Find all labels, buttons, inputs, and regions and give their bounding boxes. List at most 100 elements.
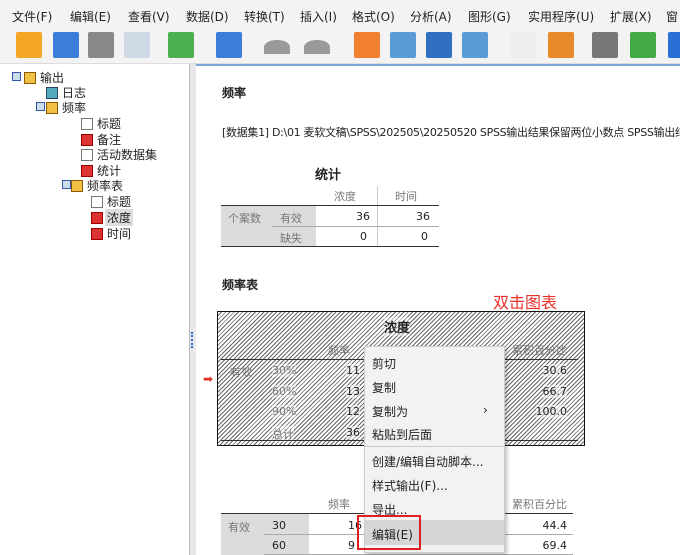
stats-group-label: 个案数 bbox=[228, 212, 261, 225]
stats-cell: 36 bbox=[356, 210, 370, 223]
context-menu-item[interactable]: 样式输出(F)... bbox=[372, 477, 448, 494]
print-preview-icon[interactable] bbox=[124, 32, 150, 58]
table1-row-label: 30% bbox=[272, 364, 297, 377]
page-icon bbox=[81, 148, 93, 161]
tree-item-label: 时间 bbox=[107, 227, 132, 241]
table2-col-freq: 频率 bbox=[328, 498, 350, 511]
print-icon[interactable] bbox=[88, 32, 114, 58]
collapse-icon[interactable] bbox=[62, 180, 71, 189]
menu-item[interactable]: 编辑(E) bbox=[70, 8, 111, 25]
table-icon bbox=[81, 164, 93, 177]
undo-icon[interactable] bbox=[264, 40, 290, 54]
menu-item[interactable]: 扩展(X) bbox=[610, 8, 652, 25]
menu-bar: 文件(F) 编辑(E) 查看(V) 数据(D) 转换(T) 插入(I) 格式(O) 分析(A)… bbox=[0, 0, 680, 28]
tree-item[interactable]: 时间 bbox=[91, 225, 133, 242]
table1-cum: 100.0 bbox=[535, 405, 567, 418]
current-arrow-icon: ➜ bbox=[91, 215, 99, 225]
table-icon bbox=[91, 227, 103, 240]
menu-item[interactable]: 实用程序(U) bbox=[528, 8, 594, 25]
table2-cum: 69.4 bbox=[542, 539, 568, 552]
stats-cell: 36 bbox=[416, 210, 430, 223]
table1-col-cum: 累积百分比 bbox=[512, 344, 567, 357]
dataset-line: [数据集1] D:\01 麦软文稿\SPSS\202505\20250520 S… bbox=[222, 126, 680, 139]
context-menu-item[interactable]: 粘贴到后面 bbox=[372, 426, 432, 443]
table1-group: 有效 bbox=[230, 366, 252, 379]
tree-item-label: 标题 bbox=[97, 117, 122, 131]
export-icon[interactable] bbox=[168, 32, 194, 58]
tree-item[interactable]: 频率 bbox=[46, 99, 88, 116]
context-menu-item[interactable]: 复制为 bbox=[372, 403, 408, 420]
variables-icon[interactable] bbox=[462, 32, 488, 58]
save-icon[interactable] bbox=[53, 32, 79, 58]
menu-item[interactable]: 转换(T) bbox=[244, 8, 285, 25]
stats-col-header: 浓度 bbox=[334, 190, 356, 203]
menu-item[interactable]: 文件(F) bbox=[12, 8, 52, 25]
tree-item[interactable]: 标题 bbox=[81, 115, 123, 132]
stats-title: 统计 bbox=[315, 168, 342, 183]
menu-item[interactable]: 格式(O) bbox=[352, 8, 395, 25]
menu-item[interactable]: 图形(G) bbox=[468, 8, 511, 25]
redo-icon[interactable] bbox=[304, 40, 330, 54]
highlight-box bbox=[357, 515, 421, 550]
folder-icon bbox=[71, 179, 83, 192]
table2-col-cum: 累积百分比 bbox=[512, 498, 567, 511]
table1-row-label: 90% bbox=[272, 405, 297, 418]
stats-col-header: 时间 bbox=[395, 190, 417, 203]
menu-item[interactable]: 数据(D) bbox=[186, 8, 229, 25]
table1-freq: 36 bbox=[346, 425, 360, 439]
menu-item[interactable]: 查看(V) bbox=[128, 8, 170, 25]
context-menu-item[interactable]: 复制 bbox=[372, 379, 396, 396]
outline-pane: 输出 日志 频率 标题 备注 活动数据集 统计 频率表 标题 浓度 时间 ➜ bbox=[0, 64, 190, 555]
tree-item-label: 标题 bbox=[107, 195, 132, 209]
folder-icon bbox=[46, 101, 58, 114]
section-heading: 频率 bbox=[222, 86, 247, 100]
stats-row-label: 缺失 bbox=[280, 232, 302, 245]
tree-item[interactable]: 活动数据集 bbox=[81, 146, 159, 163]
table1-cum: 30.6 bbox=[542, 364, 567, 377]
menu-item[interactable]: 窗 bbox=[666, 8, 678, 25]
context-menu-item[interactable]: 创建/编辑自动脚本... bbox=[372, 453, 484, 470]
table1-title: 浓度 bbox=[384, 317, 411, 336]
table1-freq: 11 bbox=[346, 364, 360, 377]
stats-cell: 0 bbox=[421, 230, 428, 243]
tree-item[interactable]: 频率表 bbox=[71, 177, 125, 194]
menu-item[interactable]: 插入(I) bbox=[300, 8, 337, 25]
insert-output-icon[interactable] bbox=[426, 32, 452, 58]
goto-case-icon[interactable] bbox=[390, 32, 416, 58]
tree-item-label: 频率表 bbox=[87, 179, 124, 193]
context-menu-item[interactable]: 剪切 bbox=[372, 355, 396, 372]
title-icon bbox=[81, 117, 93, 130]
table1-col-freq: 频率 bbox=[328, 344, 350, 357]
tree-item-label: 浓度 bbox=[105, 209, 134, 226]
stats-row-label: 有效 bbox=[280, 212, 302, 225]
table1-cum: 66.7 bbox=[542, 384, 567, 398]
table1-freq: 13 bbox=[346, 384, 360, 398]
menu-item[interactable]: 分析(A) bbox=[410, 8, 452, 25]
table2-cum: 44.4 bbox=[542, 519, 568, 532]
open-folder-icon[interactable] bbox=[16, 32, 42, 58]
notes-icon bbox=[81, 133, 93, 146]
tree-item[interactable]: 标题 bbox=[91, 193, 133, 210]
run-script-icon[interactable] bbox=[548, 32, 574, 58]
recall-dialog-icon[interactable] bbox=[216, 32, 242, 58]
search-icon[interactable] bbox=[668, 32, 680, 58]
collapse-icon[interactable] bbox=[36, 102, 45, 111]
table2-row-label: 30 bbox=[272, 519, 286, 532]
log-icon bbox=[46, 86, 58, 99]
freq-table-heading: 频率表 bbox=[222, 278, 259, 292]
designate-window-icon[interactable] bbox=[630, 32, 656, 58]
hide-icon[interactable] bbox=[592, 32, 618, 58]
table2-group: 有效 bbox=[228, 521, 250, 534]
selection-arrow-icon: ➡ bbox=[203, 372, 214, 386]
tree-item-label: 频率 bbox=[62, 101, 87, 115]
goto-data-icon[interactable] bbox=[354, 32, 380, 58]
title-icon bbox=[91, 195, 103, 208]
collapse-icon[interactable] bbox=[12, 72, 21, 81]
annotation-text: 双击图表 bbox=[493, 293, 558, 312]
table2-freq: 9 bbox=[348, 539, 355, 552]
toolbar bbox=[0, 28, 680, 64]
submenu-arrow-icon: › bbox=[483, 403, 488, 417]
script-icon[interactable] bbox=[510, 32, 536, 58]
menu-divider bbox=[365, 446, 504, 447]
table1-row-label: 60% bbox=[272, 384, 297, 398]
